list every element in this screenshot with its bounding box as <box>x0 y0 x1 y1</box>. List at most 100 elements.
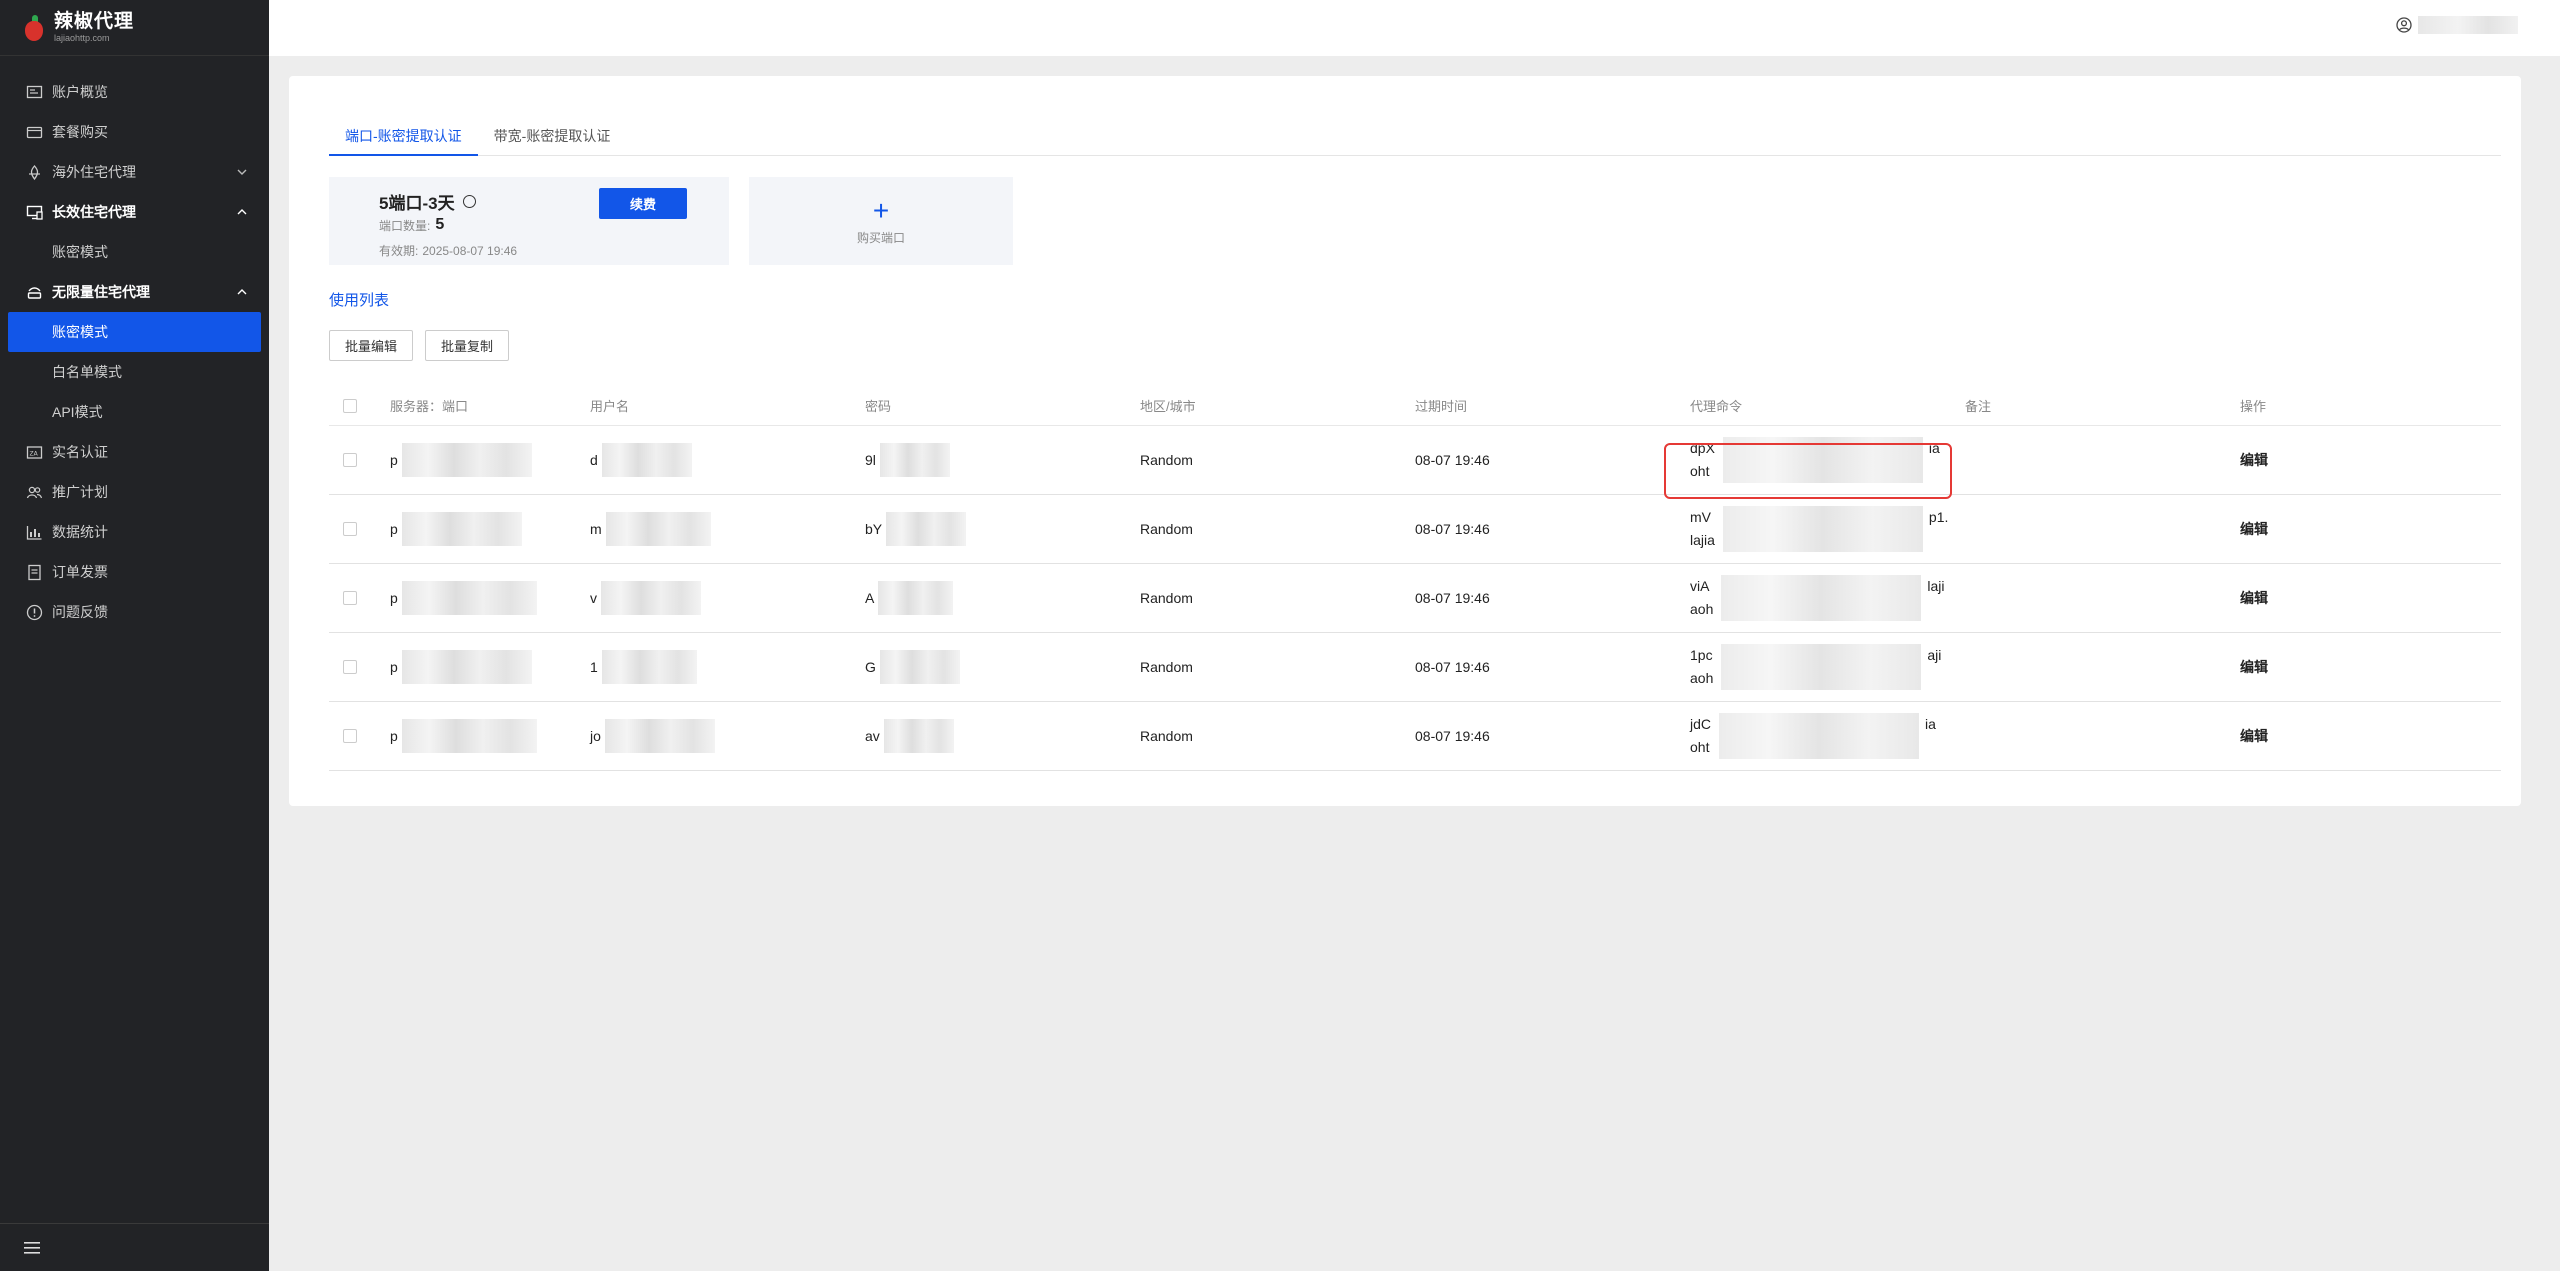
sidebar-item[interactable]: 推广计划 <box>0 472 269 512</box>
tab-bandwidth-auth[interactable]: 带宽-账密提取认证 <box>478 116 627 156</box>
password-redacted <box>886 512 967 546</box>
edit-link[interactable]: 编辑 <box>2240 659 2268 675</box>
username: m <box>590 521 602 537</box>
server-port: p <box>390 521 398 537</box>
expire-time: 08-07 19:46 <box>1415 590 1490 606</box>
sidebar-subitem[interactable]: 账密模式 <box>0 232 269 272</box>
plus-icon: + <box>872 194 890 226</box>
edit-link[interactable]: 编辑 <box>2240 728 2268 744</box>
proxy-command-redacted <box>1721 644 1922 690</box>
select-all-checkbox[interactable] <box>343 398 357 413</box>
username-redacted <box>601 581 701 615</box>
sidebar-item[interactable]: 问题反馈 <box>0 592 269 632</box>
buy-port-card[interactable]: + 购买端口 <box>749 177 1013 265</box>
sidebar-subitem[interactable]: 白名单模式 <box>0 352 269 392</box>
brand-subtitle: lajiaohttp.com <box>54 33 110 43</box>
row-checkbox[interactable] <box>343 522 357 536</box>
password-redacted <box>883 719 954 753</box>
invoice-icon <box>26 564 43 581</box>
sidebar-item-label: 账户概览 <box>52 84 108 100</box>
collapse-menu-button[interactable] <box>0 1223 269 1271</box>
server-redacted <box>401 650 532 684</box>
server-port: p <box>390 659 398 675</box>
header-actions: 操作 <box>2240 399 2267 414</box>
sidebar-item[interactable]: 套餐购买 <box>0 112 269 152</box>
password: A <box>865 590 875 606</box>
password: bY <box>865 521 883 537</box>
proxy-command-line1: 1pc <box>1690 647 1713 663</box>
server-redacted <box>401 719 537 753</box>
proxy-command-line1: mV <box>1690 509 1711 525</box>
plan-card: 5端口-3天 端口数量: 5 有效期: 2025-08-07 19:46 续费 <box>329 177 729 265</box>
sidebar: 辣椒代理 lajiaohttp.com 账户概览套餐购买海外住宅代理长效住宅代理… <box>0 0 269 1271</box>
expiry-value: 2025-08-07 19:46 <box>422 244 518 258</box>
proxy-command[interactable]: dpX oht ia <box>1664 437 1965 499</box>
tab-port-auth[interactable]: 端口-账密提取认证 <box>329 116 478 156</box>
sidebar-item[interactable]: 海外住宅代理 <box>0 152 269 192</box>
sidebar-item-label: 账密模式 <box>52 244 108 260</box>
sidebar-item-label: 长效住宅代理 <box>52 204 136 220</box>
proxy-command-redacted <box>1722 506 1923 552</box>
sidebar-item[interactable]: 长效住宅代理 <box>0 192 269 232</box>
row-checkbox[interactable] <box>343 660 357 674</box>
sidebar-item-label: 订单发票 <box>52 564 108 580</box>
plan-title: 5端口-3天 <box>379 189 476 214</box>
brand-logo[interactable]: 辣椒代理 lajiaohttp.com <box>0 0 269 56</box>
sidebar-item[interactable]: 无限量住宅代理 <box>0 272 269 312</box>
edit-link[interactable]: 编辑 <box>2240 590 2268 606</box>
highlight-box <box>1664 443 1952 499</box>
user-menu[interactable] <box>2396 16 2518 34</box>
table-row: p m bY Random 08-07 19:46 mV lajia p1. 编辑 <box>329 495 2501 564</box>
server-port: p <box>390 452 398 468</box>
sidebar-item-label: 套餐购买 <box>52 124 108 140</box>
chevron-up-icon <box>237 209 247 215</box>
username: d <box>590 452 598 468</box>
header-proxy-command: 代理命令 <box>1690 399 1743 414</box>
proxy-command-suffix: ia <box>1925 716 1936 732</box>
chevron-up-icon <box>237 289 247 295</box>
id-card-icon: ZA <box>26 444 43 461</box>
edit-link[interactable]: 编辑 <box>2240 452 2268 468</box>
dashboard-icon <box>26 84 43 101</box>
username: v <box>590 590 597 606</box>
password: 9l <box>865 452 876 468</box>
server-redacted <box>401 581 537 615</box>
proxy-command[interactable]: 1pc aoh aji <box>1690 644 1965 690</box>
sidebar-item[interactable]: 订单发票 <box>0 552 269 592</box>
chili-logo-icon <box>22 14 46 42</box>
batch-edit-button[interactable]: 批量编辑 <box>329 330 414 361</box>
username-redacted <box>601 443 692 477</box>
header-region: 地区/城市 <box>1140 399 1196 414</box>
row-checkbox[interactable] <box>343 591 357 605</box>
sidebar-item-label: API模式 <box>52 404 103 420</box>
proxy-command[interactable]: mV lajia p1. <box>1690 506 1965 552</box>
sidebar-subitem[interactable]: API模式 <box>0 392 269 432</box>
region: Random <box>1140 521 1193 537</box>
sidebar-item[interactable]: ZA 实名认证 <box>0 432 269 472</box>
proxy-table: 服务器：端口 用户名 密码 地区/城市 过期时间 代理命令 备注 操作 p d 9l… <box>329 386 2501 771</box>
edit-link[interactable]: 编辑 <box>2240 521 2268 537</box>
proxy-command-line2: aoh <box>1690 670 1714 686</box>
proxy-command[interactable]: jdC oht ia <box>1690 713 1965 759</box>
sidebar-item[interactable]: 账户概览 <box>0 72 269 112</box>
sidebar-item[interactable]: 数据统计 <box>0 512 269 552</box>
password-redacted <box>878 581 954 615</box>
circle-icon[interactable] <box>462 195 476 208</box>
region: Random <box>1140 728 1193 744</box>
sidebar-subitem-active[interactable]: 账密模式 <box>8 312 261 352</box>
expire-time: 08-07 19:46 <box>1415 728 1490 744</box>
renew-button[interactable]: 续费 <box>599 188 687 219</box>
hamburger-icon <box>24 1241 40 1254</box>
globe-icon <box>26 164 43 181</box>
proxy-command[interactable]: viA aoh laji <box>1690 575 1965 621</box>
expire-time: 08-07 19:46 <box>1415 452 1490 468</box>
row-checkbox[interactable] <box>343 453 357 467</box>
sidebar-item-label: 问题反馈 <box>52 604 108 620</box>
plan-expiry: 有效期: 2025-08-07 19:46 <box>379 242 517 259</box>
chevron-down-icon <box>237 169 247 175</box>
proxy-command-line1: viA <box>1690 578 1710 594</box>
row-checkbox[interactable] <box>343 729 357 743</box>
brand-title: 辣椒代理 <box>54 11 135 32</box>
batch-copy-button[interactable]: 批量复制 <box>425 330 510 361</box>
table-row: p jo av Random 08-07 19:46 jdC oht ia 编辑 <box>329 702 2501 771</box>
